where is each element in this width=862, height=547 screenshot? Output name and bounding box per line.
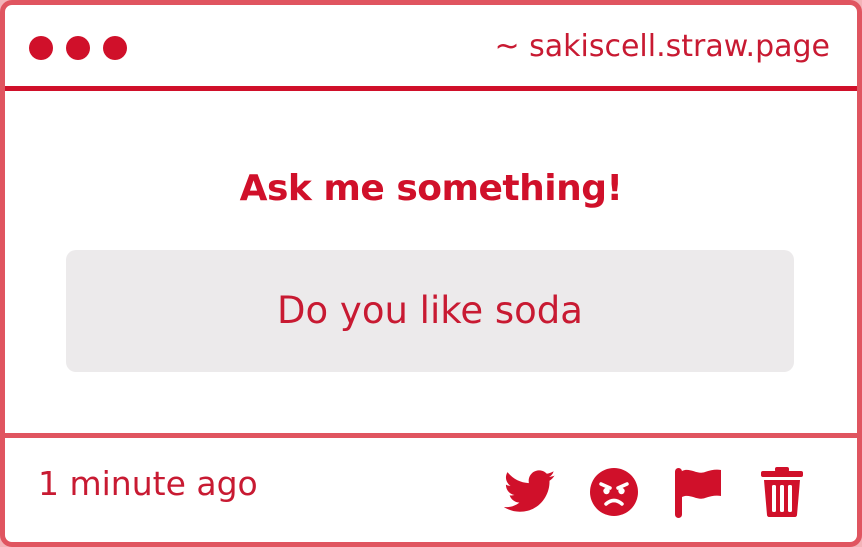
window-dot-maximize[interactable] [103,36,127,60]
report-button[interactable] [671,465,725,519]
action-bar [503,465,809,519]
window-dots [29,36,127,60]
question-box: Do you like soda [66,250,794,372]
twitter-icon [504,470,556,512]
card-footer: 1 minute ago [5,433,857,542]
window-titlebar: ~ sakiscell.straw.page [5,5,857,91]
angry-react-button[interactable] [587,465,641,519]
timestamp: 1 minute ago [38,464,258,503]
window-dot-minimize[interactable] [66,36,90,60]
window-dot-close[interactable] [29,36,53,60]
question-text: Do you like soda [277,289,583,332]
page-heading: Ask me something! [239,168,623,209]
trash-icon [761,467,803,517]
page-url: ~ sakiscell.straw.page [494,29,830,64]
twitter-share-button[interactable] [503,465,557,519]
flag-icon [675,468,721,518]
delete-button[interactable] [755,465,809,519]
angry-face-icon [590,468,638,516]
question-card: ~ sakiscell.straw.page Ask me something!… [0,0,862,547]
